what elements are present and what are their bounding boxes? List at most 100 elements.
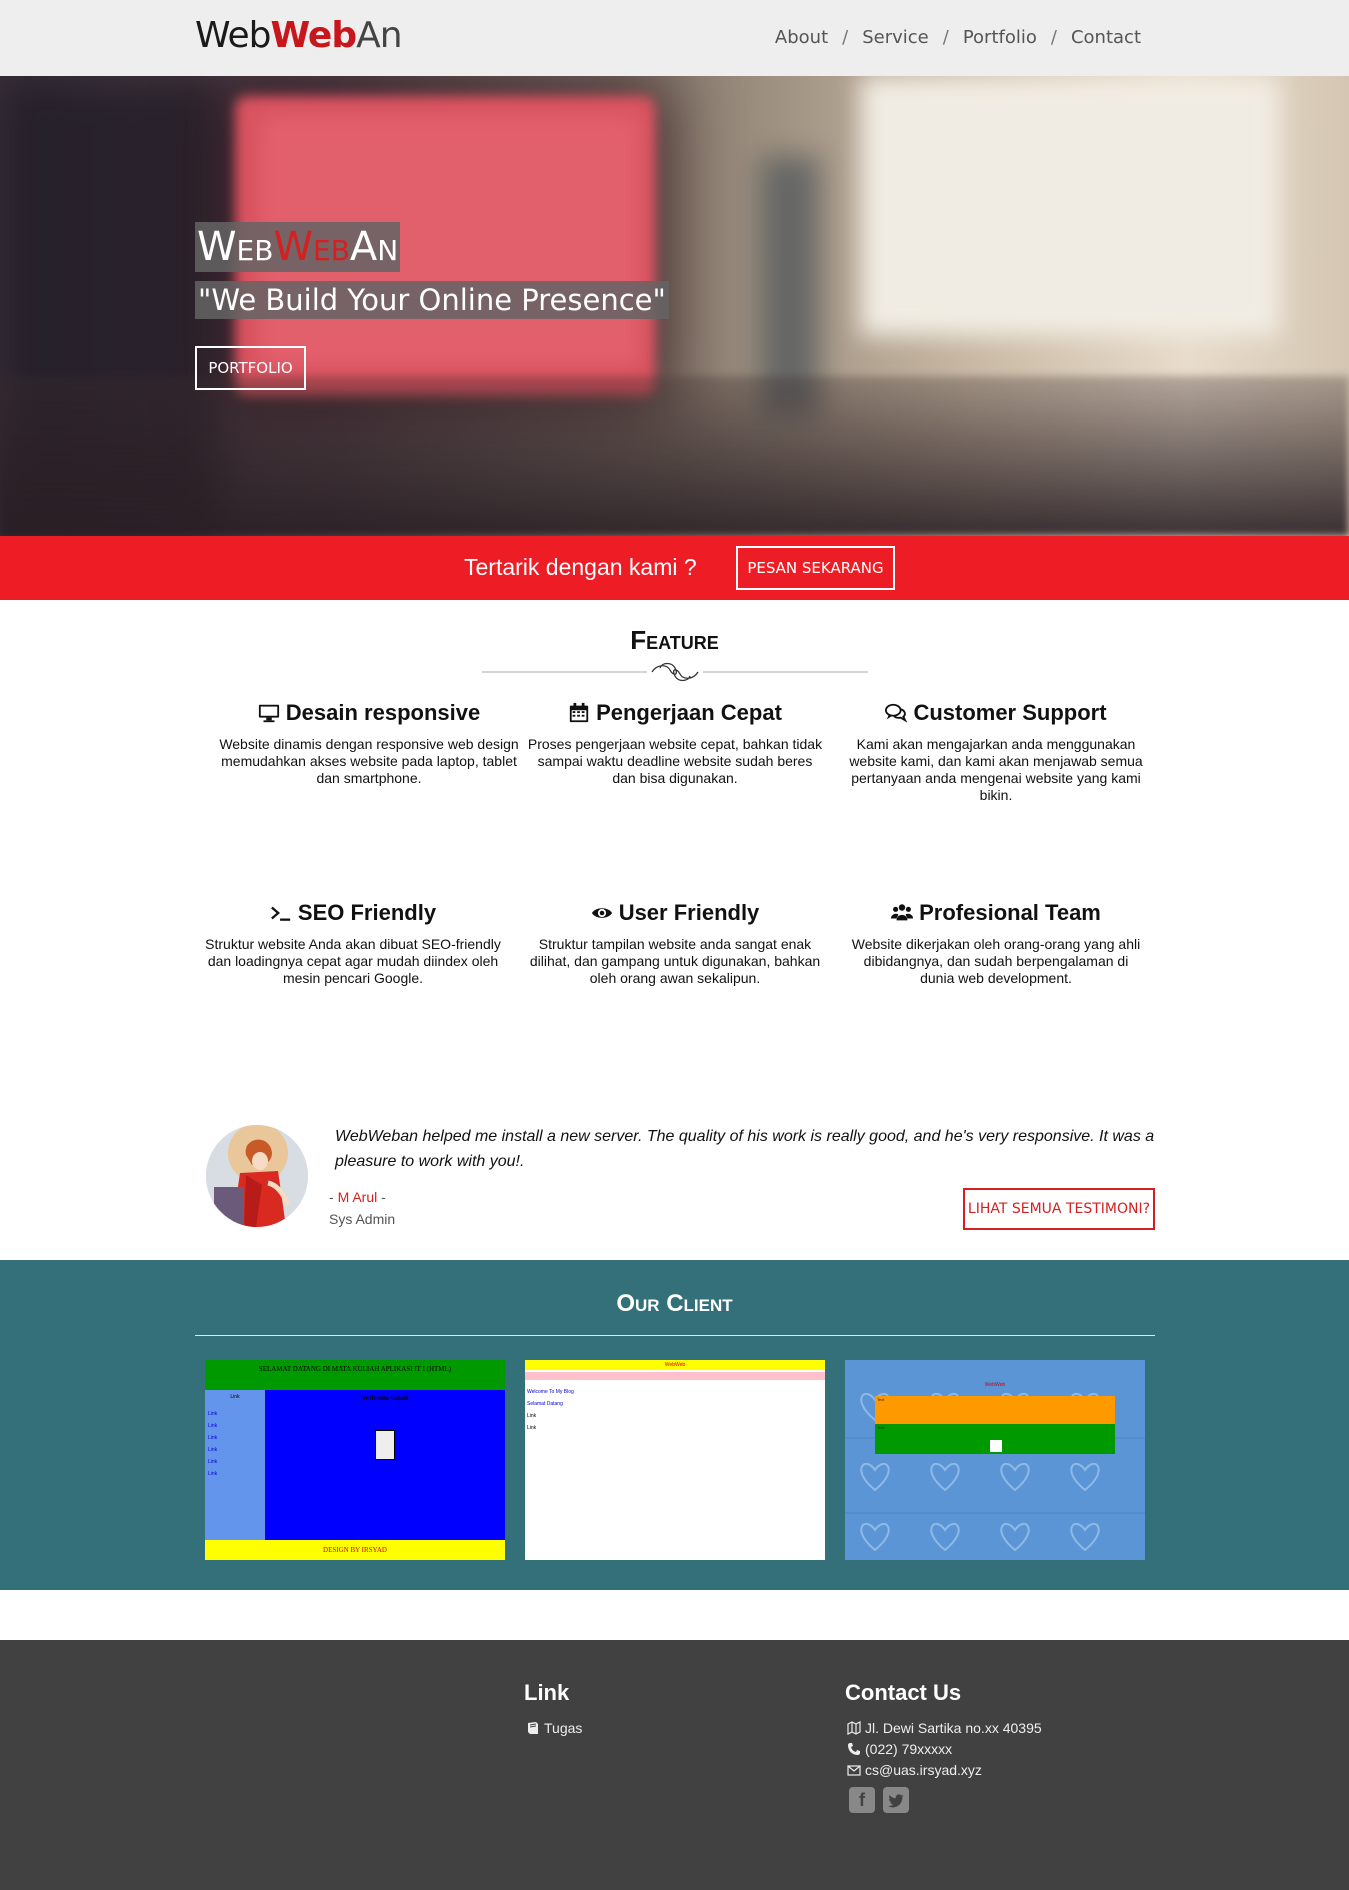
- author-name: M Arul: [337, 1189, 378, 1205]
- hero-title-part-2: Web: [273, 224, 350, 270]
- footer-link-label: Tugas: [544, 1720, 583, 1736]
- shot-header: WebWeb: [525, 1360, 825, 1370]
- users-icon: [891, 904, 914, 921]
- chat-icon: [885, 703, 908, 723]
- avatar: [206, 1125, 308, 1227]
- author-role: Sys Admin: [329, 1211, 396, 1227]
- terminal-icon: [271, 906, 291, 921]
- hero-bg-window: [860, 76, 1280, 336]
- feature-text: Website dinamis dengan responsive web de…: [219, 736, 519, 786]
- feature-text: Struktur tampilan website anda sangat en…: [529, 936, 821, 986]
- footer-phone: (022) 79xxxxx: [847, 1741, 952, 1757]
- shot-footer: DESIGN BY IRSYAD: [205, 1540, 505, 1560]
- cta-bar: Tertarik dengan kami ? PESAN SEKARANG: [0, 536, 1349, 600]
- feature-heading: Desain responsive: [219, 698, 519, 728]
- feature-title-text: SEO Friendly: [297, 900, 437, 925]
- brand-part-1: Web: [195, 15, 271, 56]
- eye-icon: [591, 908, 612, 918]
- envelope-icon: [847, 1765, 861, 1776]
- hero-banner: WebWebAn "We Build Your Online Presence"…: [0, 76, 1349, 536]
- feature-item: User Friendly Struktur tampilan website …: [525, 898, 825, 987]
- book-icon: [528, 1722, 538, 1734]
- footer-address-text: Jl. Dewi Sartika no.xx 40395: [865, 1720, 1042, 1736]
- cta-text: Tertarik dengan kami ?: [464, 554, 697, 580]
- client-screenshot[interactable]: SELAMAT DATANG DI MATA KULIAH APLIKASI I…: [205, 1360, 505, 1560]
- nav-link-contact[interactable]: Contact: [1071, 27, 1141, 48]
- footer-email-text: cs@uas.irsyad.xyz: [865, 1762, 982, 1778]
- feature-heading: Profesional Team: [846, 898, 1146, 928]
- client-divider: [195, 1335, 1155, 1336]
- footer: Link Tugas Contact Us Jl. Dewi Sartika n…: [0, 1640, 1349, 1890]
- feature-heading: SEO Friendly: [203, 898, 503, 928]
- feature-title-text: Pengerjaan Cepat: [596, 700, 782, 725]
- author-line: - M Arul -: [329, 1186, 395, 1208]
- feature-item: Pengerjaan Cepat Proses pengerjaan websi…: [525, 698, 825, 787]
- ornament-divider: [482, 662, 868, 682]
- shot-header: SELAMAT DATANG DI MATA KULIAH APLIKASI I…: [205, 1360, 505, 1390]
- portfolio-button[interactable]: PORTFOLIO: [195, 346, 306, 390]
- hero-title-part-3: An: [349, 224, 399, 270]
- testimonial-author: - M Arul - Sys Admin: [329, 1186, 395, 1230]
- nav-link-about[interactable]: About: [775, 27, 828, 48]
- map-icon: [847, 1721, 861, 1735]
- brand-logo[interactable]: WebWebAn: [195, 14, 403, 58]
- hero-bg-desk: [0, 376, 1349, 536]
- all-testimonials-button[interactable]: LIHAT SEMUA TESTIMONI?: [963, 1188, 1155, 1230]
- shot-sidebar-link: Link: [208, 1411, 218, 1417]
- navbar: WebWebAn About / Service / Portfolio / C…: [0, 0, 1349, 76]
- shot-menu: [525, 1372, 825, 1380]
- facebook-icon[interactable]: f: [849, 1787, 875, 1813]
- feature-title-text: Profesional Team: [919, 900, 1101, 925]
- author-dash-right: -: [377, 1189, 386, 1205]
- nav-link-service[interactable]: Service: [862, 27, 929, 48]
- client-title: Our Client: [616, 1290, 733, 1317]
- shot-sidebar-link: Link: [208, 1459, 218, 1465]
- footer-address: Jl. Dewi Sartika no.xx 40395: [847, 1720, 1042, 1736]
- client-screenshot[interactable]: WebWeb Welcome To My Blog Selamat Datang…: [525, 1360, 825, 1560]
- nav-menu: About / Service / Portfolio / Contact: [775, 27, 1141, 48]
- shot-orange-box: Text: [875, 1396, 1115, 1424]
- feature-item: SEO Friendly Struktur website Anda akan …: [203, 898, 503, 987]
- nav-link-portfolio[interactable]: Portfolio: [963, 27, 1037, 48]
- hero-title: WebWebAn: [195, 222, 401, 272]
- feature-item: Customer Support Kami akan mengajarkan a…: [846, 698, 1146, 804]
- feature-title: Feature: [630, 625, 719, 655]
- feature-title-text: User Friendly: [618, 900, 760, 925]
- shot-content: Welcome To My Blog Selamat Datang Link L…: [527, 1386, 574, 1434]
- client-screenshot[interactable]: WebWeb Text Text: [845, 1360, 1145, 1560]
- shot-line: Link: [527, 1425, 537, 1431]
- shot-line: Text: [877, 1425, 885, 1430]
- nav-separator: /: [1050, 27, 1057, 48]
- feature-title-text: Customer Support: [913, 700, 1107, 725]
- footer-contact-title: Contact Us: [845, 1680, 962, 1705]
- hero-title-part-1: Web: [197, 224, 274, 270]
- nav-separator: /: [942, 27, 949, 48]
- shot-image: [375, 1430, 395, 1460]
- order-now-button[interactable]: PESAN SEKARANG: [736, 546, 895, 590]
- testimonial-quote: WebWeban helped me install a new server.…: [335, 1128, 1155, 1170]
- author-dash-left: -: [329, 1189, 338, 1205]
- twitter-icon[interactable]: [883, 1787, 909, 1813]
- shot-green-box: Text: [875, 1424, 1115, 1454]
- shot-subheader: Welcome Guest: [361, 1394, 409, 1402]
- feature-item: Profesional Team Website dikerjakan oleh…: [846, 898, 1146, 987]
- shot-sidebar-title: Link: [230, 1394, 240, 1400]
- footer-link-tugas[interactable]: Tugas: [526, 1720, 582, 1736]
- nav-separator: /: [842, 27, 849, 48]
- shot-hearts-bg: [845, 1393, 1145, 1552]
- shot-sidebar-link: Link: [208, 1423, 218, 1429]
- shot-main: Welcome Guest: [265, 1390, 505, 1540]
- feature-title-text: Desain responsive: [285, 700, 481, 725]
- brand-part-2: Web: [270, 15, 358, 56]
- feature-text: Kami akan mengajarkan anda menggunakan w…: [849, 736, 1143, 803]
- feature-text: Website dikerjakan oleh orang-orang yang…: [851, 936, 1141, 986]
- footer-link-title: Link: [524, 1680, 570, 1705]
- shot-sidebar: Link Link Link Link Link Link Link: [205, 1390, 265, 1540]
- footer-phone-text: (022) 79xxxxx: [865, 1741, 953, 1757]
- shot-line: Text: [877, 1397, 885, 1402]
- shot-sidebar-link: Link: [208, 1447, 218, 1453]
- shot-line: Link: [527, 1413, 537, 1419]
- brand-part-3: An: [356, 15, 402, 56]
- footer-email[interactable]: cs@uas.irsyad.xyz: [847, 1762, 982, 1778]
- feature-text: Proses pengerjaan website cepat, bahkan …: [527, 736, 823, 786]
